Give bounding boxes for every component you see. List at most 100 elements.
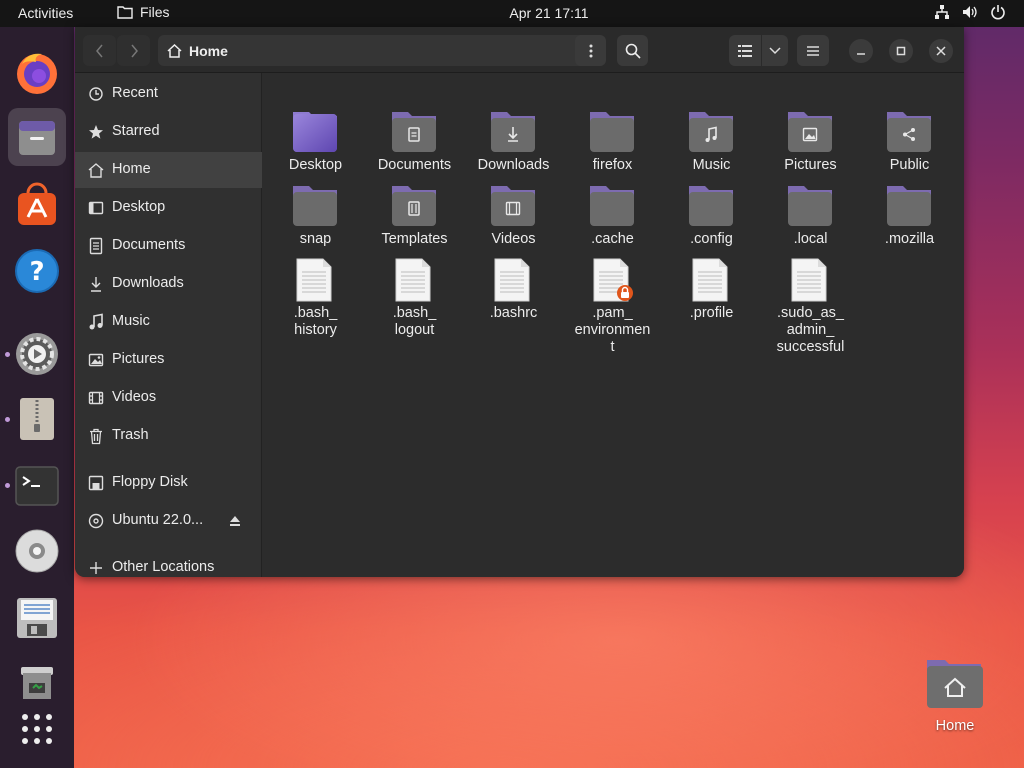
dock-settings[interactable] — [8, 325, 66, 383]
chevron-right-icon — [130, 44, 138, 57]
system-tray[interactable] — [934, 4, 1006, 20]
music-icon — [89, 313, 103, 330]
item-label: .bashrc — [489, 305, 538, 321]
item-label: .bash_ history — [293, 305, 338, 338]
search-icon — [625, 43, 641, 59]
item-label: Templates — [381, 231, 448, 247]
settings-icon — [16, 333, 58, 375]
dock-optical-disc[interactable] — [8, 522, 66, 580]
locked-file-icon — [593, 258, 633, 302]
text-file-icon — [395, 258, 431, 302]
sidebar-item-documents[interactable]: Documents — [75, 228, 262, 264]
list-view-icon — [738, 44, 752, 57]
dock-floppy[interactable] — [8, 589, 66, 647]
sidebar-item-videos[interactable]: Videos — [75, 380, 262, 416]
back-button[interactable] — [83, 35, 116, 66]
volume-icon[interactable] — [962, 4, 978, 20]
sidebar-item-home[interactable]: Home — [75, 152, 262, 188]
floppy-icon — [88, 475, 104, 491]
sidebar-item-pictures[interactable]: Pictures — [75, 342, 262, 378]
grid-icon — [22, 714, 52, 744]
power-icon[interactable] — [990, 4, 1006, 20]
desktop-icon — [88, 201, 104, 215]
home-icon — [88, 163, 104, 178]
sidebar-item-music[interactable]: Music — [75, 304, 262, 340]
files-icon — [19, 121, 55, 155]
forward-button[interactable] — [117, 35, 150, 66]
sidebar-item-other-locations[interactable]: Other Locations — [75, 550, 262, 577]
document-folder-icon — [392, 112, 436, 152]
header-bar: Home — [75, 27, 964, 73]
close-icon — [936, 46, 946, 56]
sidebar: Recent Starred Home Desktop Documents Do… — [75, 73, 262, 577]
item-label: Documents — [377, 157, 452, 173]
maximize-icon — [896, 46, 906, 56]
sidebar-item-label: Desktop — [112, 199, 166, 215]
clock-icon — [89, 87, 103, 101]
plus-icon — [90, 562, 102, 574]
desktop-home-icon[interactable]: Home — [923, 656, 987, 740]
ubuntu-software-icon — [18, 182, 56, 225]
download-folder-icon — [491, 112, 535, 152]
dock-app-center[interactable] — [8, 175, 66, 233]
text-file-icon — [692, 258, 728, 302]
dock-firefox[interactable] — [8, 44, 66, 102]
main-menu-button[interactable] — [797, 35, 829, 66]
item-label: firefox — [592, 157, 633, 173]
item-label: .sudo_as_ admin_ successful — [776, 305, 845, 355]
sidebar-item-floppy-disk[interactable]: Floppy Disk — [75, 465, 262, 501]
dock-help[interactable]: ? — [8, 242, 66, 300]
sidebar-item-label: Trash — [112, 427, 149, 443]
dock-terminal[interactable] — [8, 457, 66, 515]
search-button[interactable] — [617, 35, 648, 66]
item-label: Downloads — [477, 157, 550, 173]
svg-text:?: ? — [29, 257, 44, 287]
chevron-left-icon — [95, 44, 103, 57]
sidebar-item-downloads[interactable]: Downloads — [75, 266, 262, 302]
sidebar-item-recent[interactable]: Recent — [75, 76, 262, 112]
sidebar-item-label: Floppy Disk — [112, 474, 188, 490]
hamburger-icon — [807, 45, 819, 56]
archive-icon — [20, 398, 54, 440]
sidebar-item-trash[interactable]: Trash — [75, 418, 262, 454]
view-options-button[interactable] — [762, 35, 788, 66]
view-list-button[interactable] — [729, 35, 761, 66]
floppy-icon — [17, 598, 57, 638]
dock: ? — [0, 27, 74, 768]
maximize-button[interactable] — [889, 39, 913, 63]
minimize-button[interactable] — [849, 39, 873, 63]
network-icon[interactable] — [934, 4, 950, 20]
document-icon — [89, 237, 103, 255]
eject-icon[interactable] — [229, 516, 241, 527]
path-bar[interactable]: Home — [158, 35, 601, 66]
sidebar-item-starred[interactable]: Starred — [75, 114, 262, 150]
home-folder-icon — [927, 660, 983, 708]
folder-icon — [689, 186, 733, 226]
item-label: Videos — [491, 231, 536, 247]
sidebar-item-label: Ubuntu 22.0... — [112, 512, 204, 528]
clock[interactable]: Apr 21 17:11 — [0, 5, 1024, 21]
minimize-icon — [857, 53, 865, 55]
sidebar-item-desktop[interactable]: Desktop — [75, 190, 262, 226]
folder-icon — [788, 186, 832, 226]
dock-show-apps[interactable] — [8, 700, 66, 758]
item-label: .mozilla — [884, 231, 935, 247]
terminal-icon — [15, 466, 59, 506]
trash-icon — [21, 667, 53, 699]
path-home-label[interactable]: Home — [189, 43, 228, 59]
sidebar-item-label: Music — [112, 313, 150, 329]
sidebar-item-label: Recent — [112, 85, 158, 101]
files-window: Home Recent Starred Home Desktop Documen… — [75, 27, 964, 577]
item-label: Pictures — [784, 157, 837, 173]
sidebar-item-label: Home — [112, 161, 151, 177]
close-button[interactable] — [929, 39, 953, 63]
disc-icon — [88, 513, 104, 529]
folder-icon — [293, 112, 337, 152]
path-menu-button[interactable] — [575, 35, 606, 66]
item-label: .bash_ logout — [392, 305, 437, 338]
folder-icon — [887, 186, 931, 226]
dock-files[interactable] — [8, 108, 66, 166]
dock-archive-manager[interactable] — [8, 390, 66, 448]
sidebar-item-ubuntu-disc[interactable]: Ubuntu 22.0... — [75, 503, 262, 539]
kebab-menu-icon — [589, 44, 592, 57]
